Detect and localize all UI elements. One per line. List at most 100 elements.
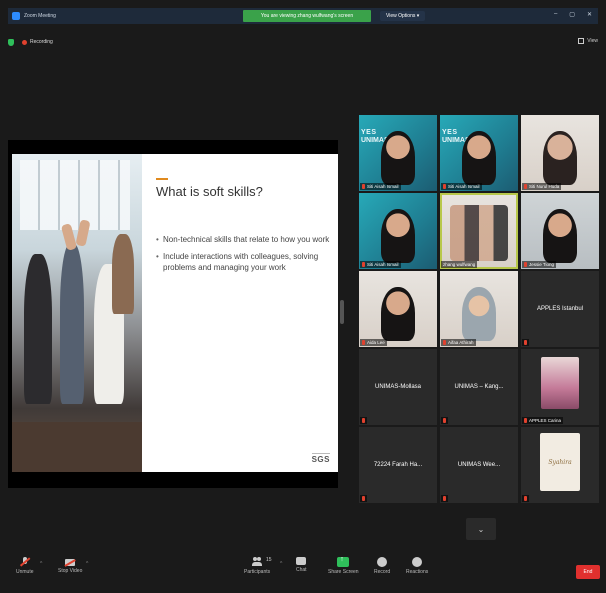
meeting-status: Recording — [8, 36, 53, 48]
mic-off-icon — [20, 557, 30, 567]
grid-icon — [578, 38, 585, 44]
slide-bullet: Include interactions with colleagues, so… — [156, 251, 331, 273]
participant-tile[interactable]: Syahira — [521, 427, 599, 503]
shield-icon[interactable] — [8, 38, 14, 46]
mic-off-icon — [362, 262, 365, 267]
mic-off-icon — [362, 418, 365, 423]
slide-bullets: Non-technical skills that relate to how … — [156, 234, 331, 279]
participant-tile[interactable]: Jessie Tiong — [521, 193, 599, 269]
chat-icon — [296, 557, 307, 565]
chat-button[interactable]: Chat — [296, 557, 307, 573]
participant-name: zhang wulfwang — [441, 261, 478, 268]
record-icon — [377, 557, 388, 567]
participant-name: APPLES Carina — [522, 417, 564, 424]
mic-off-icon — [524, 496, 527, 501]
panel-resize-handle[interactable] — [340, 300, 344, 324]
participant-name: UNIMAS-Mollasa — [374, 384, 421, 390]
view-label: View — [587, 38, 598, 44]
record-label: Record — [374, 569, 391, 575]
presentation-slide: What is soft skills? Non-technical skill… — [12, 154, 338, 472]
participant-name: UNIMAS Wee... — [457, 462, 501, 468]
stop-video-button[interactable]: Stop Video — [58, 557, 82, 574]
participant-name: Jessie Tiong — [522, 261, 557, 268]
participant-tile[interactable]: Aifaa Athirah — [440, 271, 518, 347]
participant-avatar — [541, 357, 579, 409]
mic-off-icon — [524, 340, 527, 345]
participant-tile[interactable]: Siti Aisah Ismail — [359, 193, 437, 269]
view-options-label: View Options — [386, 13, 416, 19]
participant-name: Aida Lee — [360, 339, 387, 346]
view-options-button[interactable]: View Options ▾ — [380, 11, 426, 21]
participant-name: Siti Aisah Ismail — [360, 183, 401, 190]
mic-off-icon — [524, 184, 527, 189]
video-options-caret[interactable]: ^ — [86, 561, 88, 567]
zoom-app-icon — [12, 12, 20, 20]
unmute-label: Unmute — [16, 569, 34, 575]
shared-screen: What is soft skills? Non-technical skill… — [8, 140, 338, 488]
participants-label: Participants — [244, 569, 271, 575]
slide-content: What is soft skills? Non-technical skill… — [142, 154, 338, 472]
meeting-toolbar: Unmute ^ Stop Video ^ Participants 15 ^ … — [0, 553, 606, 593]
audio-options-caret[interactable]: ^ — [40, 561, 42, 567]
mic-off-icon — [443, 340, 446, 345]
mic-off-icon — [443, 184, 446, 189]
title-bar: Zoom Meeting You are viewing zhang wulfw… — [8, 8, 598, 24]
reactions-icon — [412, 557, 423, 567]
participant-name: APPLES Istanbul — [536, 306, 584, 312]
participant-tile[interactable]: UNIMAS-Mollasa — [359, 349, 437, 425]
mic-off-icon — [362, 184, 365, 189]
share-screen-label: Share Screen — [328, 569, 359, 575]
participants-icon — [252, 557, 263, 567]
close-icon[interactable]: ✕ — [587, 11, 592, 18]
participant-name: 72224 Farah Ha... — [373, 462, 423, 468]
stop-video-label: Stop Video — [58, 568, 83, 574]
participant-tile[interactable]: YES UNIMAS Siti Aisah Ismail — [359, 115, 437, 191]
slide-photo — [12, 154, 142, 472]
chat-label: Chat — [296, 567, 307, 573]
participant-tile[interactable]: YES UNIMAS Siti Aisah Ismail — [440, 115, 518, 191]
reactions-label: Reactions — [406, 569, 429, 575]
minimize-icon[interactable]: – — [554, 11, 557, 18]
slide-logo: SGS — [311, 453, 330, 464]
participant-avatar: Syahira — [540, 433, 580, 491]
participant-tile[interactable]: 72224 Farah Ha... — [359, 427, 437, 503]
participant-name: UNIMAS – Kang... — [454, 384, 504, 390]
mic-off-icon — [443, 418, 446, 423]
chevron-down-icon: ▾ — [415, 13, 420, 19]
participant-tile[interactable]: UNIMAS Wee... — [440, 427, 518, 503]
participant-name: Aifaa Athirah — [441, 339, 476, 346]
mic-off-icon — [362, 340, 365, 345]
participant-tile[interactable]: APPLES Istanbul — [521, 271, 599, 347]
mic-off-icon — [362, 496, 365, 501]
participants-caret[interactable]: ^ — [280, 561, 282, 567]
gallery-next-page-button[interactable]: ⌄ — [466, 518, 496, 540]
participants-count: 15 — [266, 557, 272, 563]
mic-off-icon — [524, 262, 527, 267]
end-meeting-button[interactable]: End — [576, 565, 600, 579]
participant-tile[interactable]: UNIMAS – Kang... — [440, 349, 518, 425]
share-screen-button[interactable]: Share Screen — [328, 556, 359, 575]
record-dot-icon — [22, 39, 27, 45]
participant-tile[interactable]: APPLES Carina — [521, 349, 599, 425]
participant-tile[interactable]: Aida Lee — [359, 271, 437, 347]
slide-bullet: Non-technical skills that relate to how … — [156, 234, 331, 245]
slide-accent — [156, 178, 168, 180]
view-button[interactable]: View — [578, 38, 598, 44]
share-screen-icon — [337, 556, 350, 567]
recording-label: Recording — [30, 39, 53, 45]
participant-name: Siti Nurul Huda — [522, 183, 562, 190]
maximize-icon[interactable]: ▢ — [569, 11, 575, 18]
reactions-button[interactable]: Reactions — [406, 557, 428, 575]
participant-name: Siti Aisah Ismail — [360, 261, 401, 268]
participant-tile-active-speaker[interactable]: zhang wulfwang — [440, 193, 518, 269]
video-off-icon — [65, 559, 76, 566]
chevron-down-icon: ⌄ — [477, 524, 485, 534]
window-controls: – ▢ ✕ — [554, 11, 592, 18]
participant-tile[interactable]: Siti Nurul Huda — [521, 115, 599, 191]
slide-heading: What is soft skills? — [156, 184, 263, 199]
participant-gallery: YES UNIMAS Siti Aisah Ismail YES UNIMAS … — [359, 115, 603, 503]
share-banner: You are viewing zhang wulfwang's screen — [243, 10, 371, 22]
unmute-button[interactable]: Unmute — [16, 557, 34, 575]
recording-indicator[interactable]: Recording — [22, 39, 53, 45]
record-button[interactable]: Record — [374, 557, 390, 575]
